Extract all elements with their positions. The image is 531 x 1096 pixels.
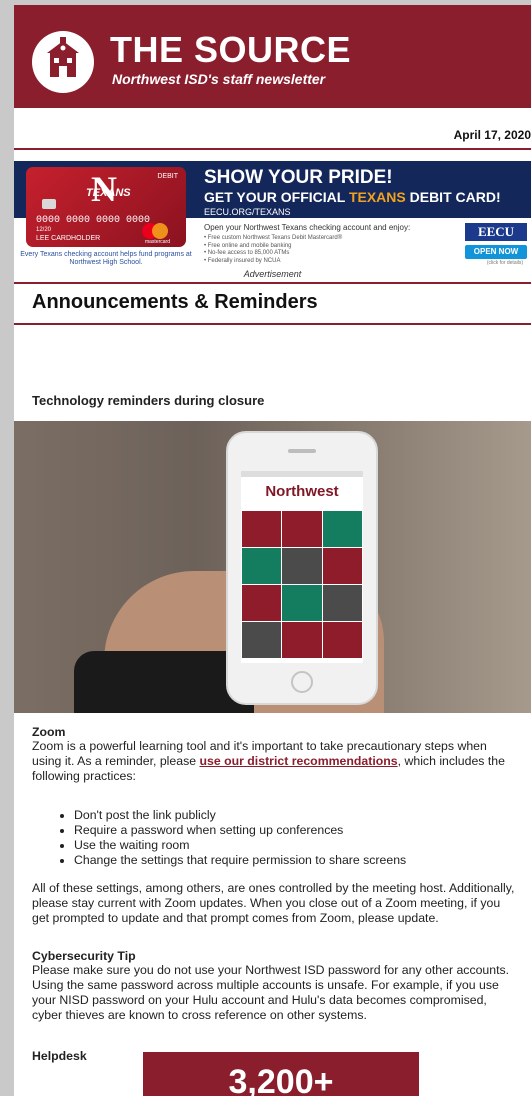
list-item: Use the waiting room [74, 838, 406, 853]
section-divider [14, 282, 531, 284]
ad-accent-word: TEXANS [348, 189, 406, 205]
card-chip-icon [42, 199, 56, 209]
card-debit-label: DEBIT [157, 173, 178, 180]
app-tile [282, 548, 322, 584]
article-heading: Technology reminders during closure [32, 393, 265, 408]
zoom-intro: Zoom is a powerful learning tool and it'… [32, 739, 505, 783]
newsletter-subtitle: Northwest ISD's staff newsletter [112, 71, 326, 87]
app-tile [282, 511, 322, 547]
section-divider [14, 323, 531, 325]
cyber-heading: Cybersecurity Tip [32, 949, 136, 963]
card-expiry: 12/20 [36, 227, 52, 233]
date-row: April 17, 2020 [14, 108, 531, 150]
ad-headline: SHOW YOUR PRIDE! [204, 167, 393, 188]
ad-bullet: • No-fee access to 85,000 ATMs [204, 250, 290, 256]
zoom-heading: Zoom [32, 725, 66, 739]
card-number: 0000 0000 0000 0000 [36, 215, 151, 226]
debit-card-image: DEBIT N TEXANS 0000 0000 0000 0000 12/20… [26, 167, 186, 247]
app-tile [242, 622, 282, 658]
stat-callout: 3,200+ [143, 1052, 419, 1096]
app-tile [242, 585, 282, 621]
app-tile [322, 622, 362, 658]
card-network: mastercard [144, 239, 170, 245]
app-tile [242, 548, 282, 584]
phone-app-photo: Northwest [14, 421, 531, 713]
mastercard-logo-icon [152, 223, 168, 239]
eecu-advertisement[interactable]: DEBIT N TEXANS 0000 0000 0000 0000 12/20… [14, 161, 531, 269]
cyber-text: Please make sure you do not use your Nor… [32, 963, 510, 1022]
app-tile [282, 585, 322, 621]
app-tile [322, 548, 362, 584]
advertisement-label: Advertisement [243, 269, 302, 279]
zoom-closing: All of these settings, among others, are… [32, 881, 515, 925]
section-heading: Announcements & Reminders [32, 291, 318, 313]
list-item: Require a password when setting up confe… [74, 823, 406, 838]
open-now-button[interactable]: OPEN NOW [465, 245, 527, 259]
card-caption: Every Texans checking account helps fund… [20, 251, 192, 266]
newsletter-title: THE SOURCE [110, 29, 352, 70]
app-tile [282, 622, 322, 658]
schoolhouse-logo-icon [32, 31, 94, 93]
masthead: THE SOURCE Northwest ISD's staff newslet… [14, 5, 531, 108]
ad-bullet: • Free online and mobile banking [204, 242, 292, 249]
ad-copy: Open your Northwest Texans checking acco… [204, 223, 411, 232]
ad-bullet: • Free custom Northwest Texans Debit Mas… [204, 235, 343, 241]
list-item: Change the settings that require permiss… [74, 853, 406, 868]
cta-note: (click for details) [486, 260, 523, 266]
app-screen: Northwest [241, 471, 363, 663]
issue-date: April 17, 2020 [453, 128, 531, 142]
ad-subheadline: GET YOUR OFFICIAL TEXANS DEBIT CARD! [204, 189, 501, 205]
ad-bullet: • Federally insured by NCUA [204, 257, 281, 264]
list-item: Don't post the link publicly [74, 808, 406, 823]
app-name: Northwest [265, 483, 339, 500]
zoom-practices-list: Don't post the link publicly Require a p… [64, 808, 406, 868]
eecu-logo-icon: EECU [465, 223, 527, 241]
newsletter-page: THE SOURCE Northwest ISD's staff newslet… [14, 5, 531, 1096]
app-tile-grid [241, 511, 363, 658]
app-tile [322, 511, 362, 547]
district-recommendations-link[interactable]: use our district recommendations [199, 754, 397, 768]
card-holder: LEE CARDHOLDER [36, 235, 101, 242]
app-tile [242, 511, 282, 547]
ad-bullets: • Free custom Northwest Texans Debit Mas… [204, 235, 342, 265]
app-tile [322, 585, 362, 621]
card-brand: TEXANS [86, 187, 131, 199]
home-button-icon [291, 671, 313, 693]
phone-earpiece [288, 449, 316, 453]
ad-url[interactable]: EECU.ORG/TEXANS [204, 207, 291, 217]
